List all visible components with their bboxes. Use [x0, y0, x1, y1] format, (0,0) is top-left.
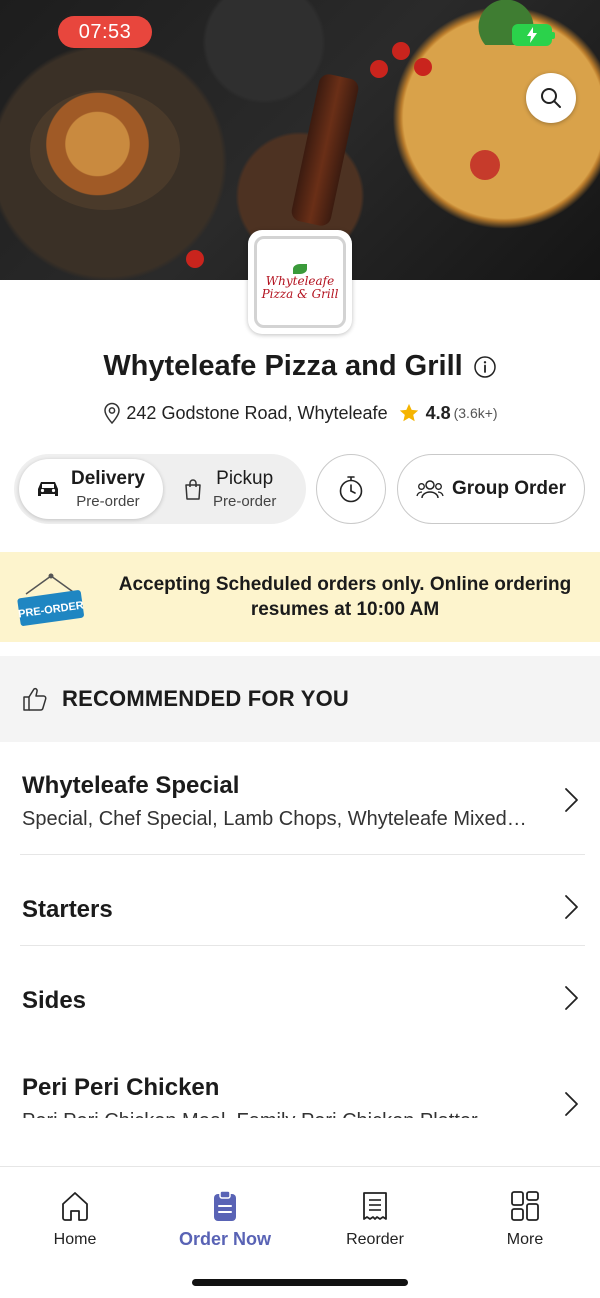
menu-category-row[interactable]: Starters	[0, 855, 600, 945]
tomato-decoration	[370, 60, 388, 78]
schedule-time-button[interactable]	[316, 454, 386, 524]
status-time: 07:53	[58, 16, 152, 48]
scheduled-orders-banner: PRE-ORDER Accepting Scheduled orders onl…	[0, 552, 600, 642]
nav-more[interactable]: More	[465, 1189, 585, 1249]
star-icon	[399, 403, 418, 422]
timer-icon	[339, 476, 363, 503]
shopping-bag-icon	[185, 479, 201, 500]
restaurant-address: 242 Godstone Road, Whyteleafe	[126, 402, 388, 423]
pizza-topping	[470, 150, 500, 180]
nav-home[interactable]: Home	[15, 1189, 135, 1249]
order-mode-toggle: Delivery Pre-order Pickup Pre-order	[14, 454, 306, 524]
logo-text-line2: Pizza & Grill	[261, 286, 339, 301]
receipt-icon	[363, 1192, 387, 1220]
chevron-right-icon	[565, 1092, 578, 1116]
battery-charging-icon	[512, 24, 555, 46]
car-icon	[38, 482, 58, 496]
tomato-decoration	[392, 42, 410, 60]
delivery-sublabel: Pre-order	[76, 493, 140, 510]
restaurant-logo: Whyteleafe Pizza & Grill	[248, 230, 352, 334]
rating-count: (3.6k+)	[453, 405, 498, 421]
leaf-icon	[293, 263, 307, 274]
pickup-sublabel: Pre-order	[213, 493, 277, 510]
tomato-decoration	[414, 58, 432, 76]
nav-reorder-label: Reorder	[346, 1231, 404, 1248]
menu-category-row[interactable]: Peri Peri Chicken Peri Peri Chicken Meal…	[0, 1036, 600, 1118]
chevron-right-icon	[565, 788, 578, 812]
bottle-image	[289, 72, 361, 228]
recommended-section-header: RECOMMENDED FOR YOU	[0, 656, 600, 742]
preorder-sign-icon: PRE-ORDER	[17, 573, 85, 626]
address-rating-row: 242 Godstone Road, Whyteleafe 4.8 (3.6k+…	[0, 402, 600, 424]
group-order-button[interactable]: Group Order	[397, 454, 585, 524]
search-icon	[541, 88, 561, 108]
nav-home-label: Home	[53, 1231, 97, 1248]
tomato-decoration	[186, 250, 204, 268]
search-button[interactable]	[526, 73, 576, 123]
grid-icon	[511, 1191, 539, 1221]
group-people-icon	[416, 480, 444, 499]
banner-message: Accepting Scheduled orders only. Online …	[118, 574, 572, 620]
restaurant-name: Whyteleafe Pizza and Grill	[103, 350, 463, 382]
group-order-label: Group Order	[451, 478, 566, 499]
location-pin-icon	[104, 402, 121, 424]
pickup-label: Pickup	[216, 468, 274, 489]
delivery-option[interactable]: Delivery Pre-order	[19, 459, 163, 519]
chevron-right-icon	[565, 895, 578, 919]
logo-text-line1: Whyteleafe	[265, 273, 335, 288]
restaurant-title-row: Whyteleafe Pizza and Grill	[0, 350, 600, 383]
pickup-option[interactable]: Pickup Pre-order	[179, 459, 304, 519]
nav-more-label: More	[506, 1231, 544, 1248]
menu-category-description: Peri Peri Chicken Meal, Family Peri Chic…	[22, 1110, 532, 1118]
menu-category-name: Starters	[22, 896, 113, 923]
menu-category-name: Peri Peri Chicken	[22, 1074, 220, 1101]
nav-order-now[interactable]: Order Now	[165, 1189, 285, 1250]
info-icon[interactable]	[473, 355, 497, 379]
nav-reorder[interactable]: Reorder	[315, 1189, 435, 1249]
nav-order-now-label: Order Now	[178, 1229, 271, 1249]
home-icon	[62, 1192, 88, 1221]
menu-category-row[interactable]: Sides	[0, 946, 600, 1036]
rating-value: 4.8	[425, 402, 451, 423]
menu-category-name: Sides	[22, 987, 87, 1014]
order-clipboard-icon	[214, 1190, 236, 1221]
menu-category-name: Whyteleafe Special	[22, 772, 240, 799]
chevron-right-icon	[565, 986, 578, 1010]
chicken-plate-image	[30, 90, 180, 210]
menu-category-row[interactable]: Whyteleafe Special Special, Chef Special…	[0, 742, 600, 854]
delivery-label: Delivery	[71, 468, 145, 489]
home-indicator[interactable]	[192, 1279, 408, 1286]
recommended-title: RECOMMENDED FOR YOU	[62, 686, 349, 711]
thumbs-up-icon	[23, 687, 47, 711]
menu-category-description: Special, Chef Special, Lamb Chops, Whyte…	[22, 808, 532, 830]
